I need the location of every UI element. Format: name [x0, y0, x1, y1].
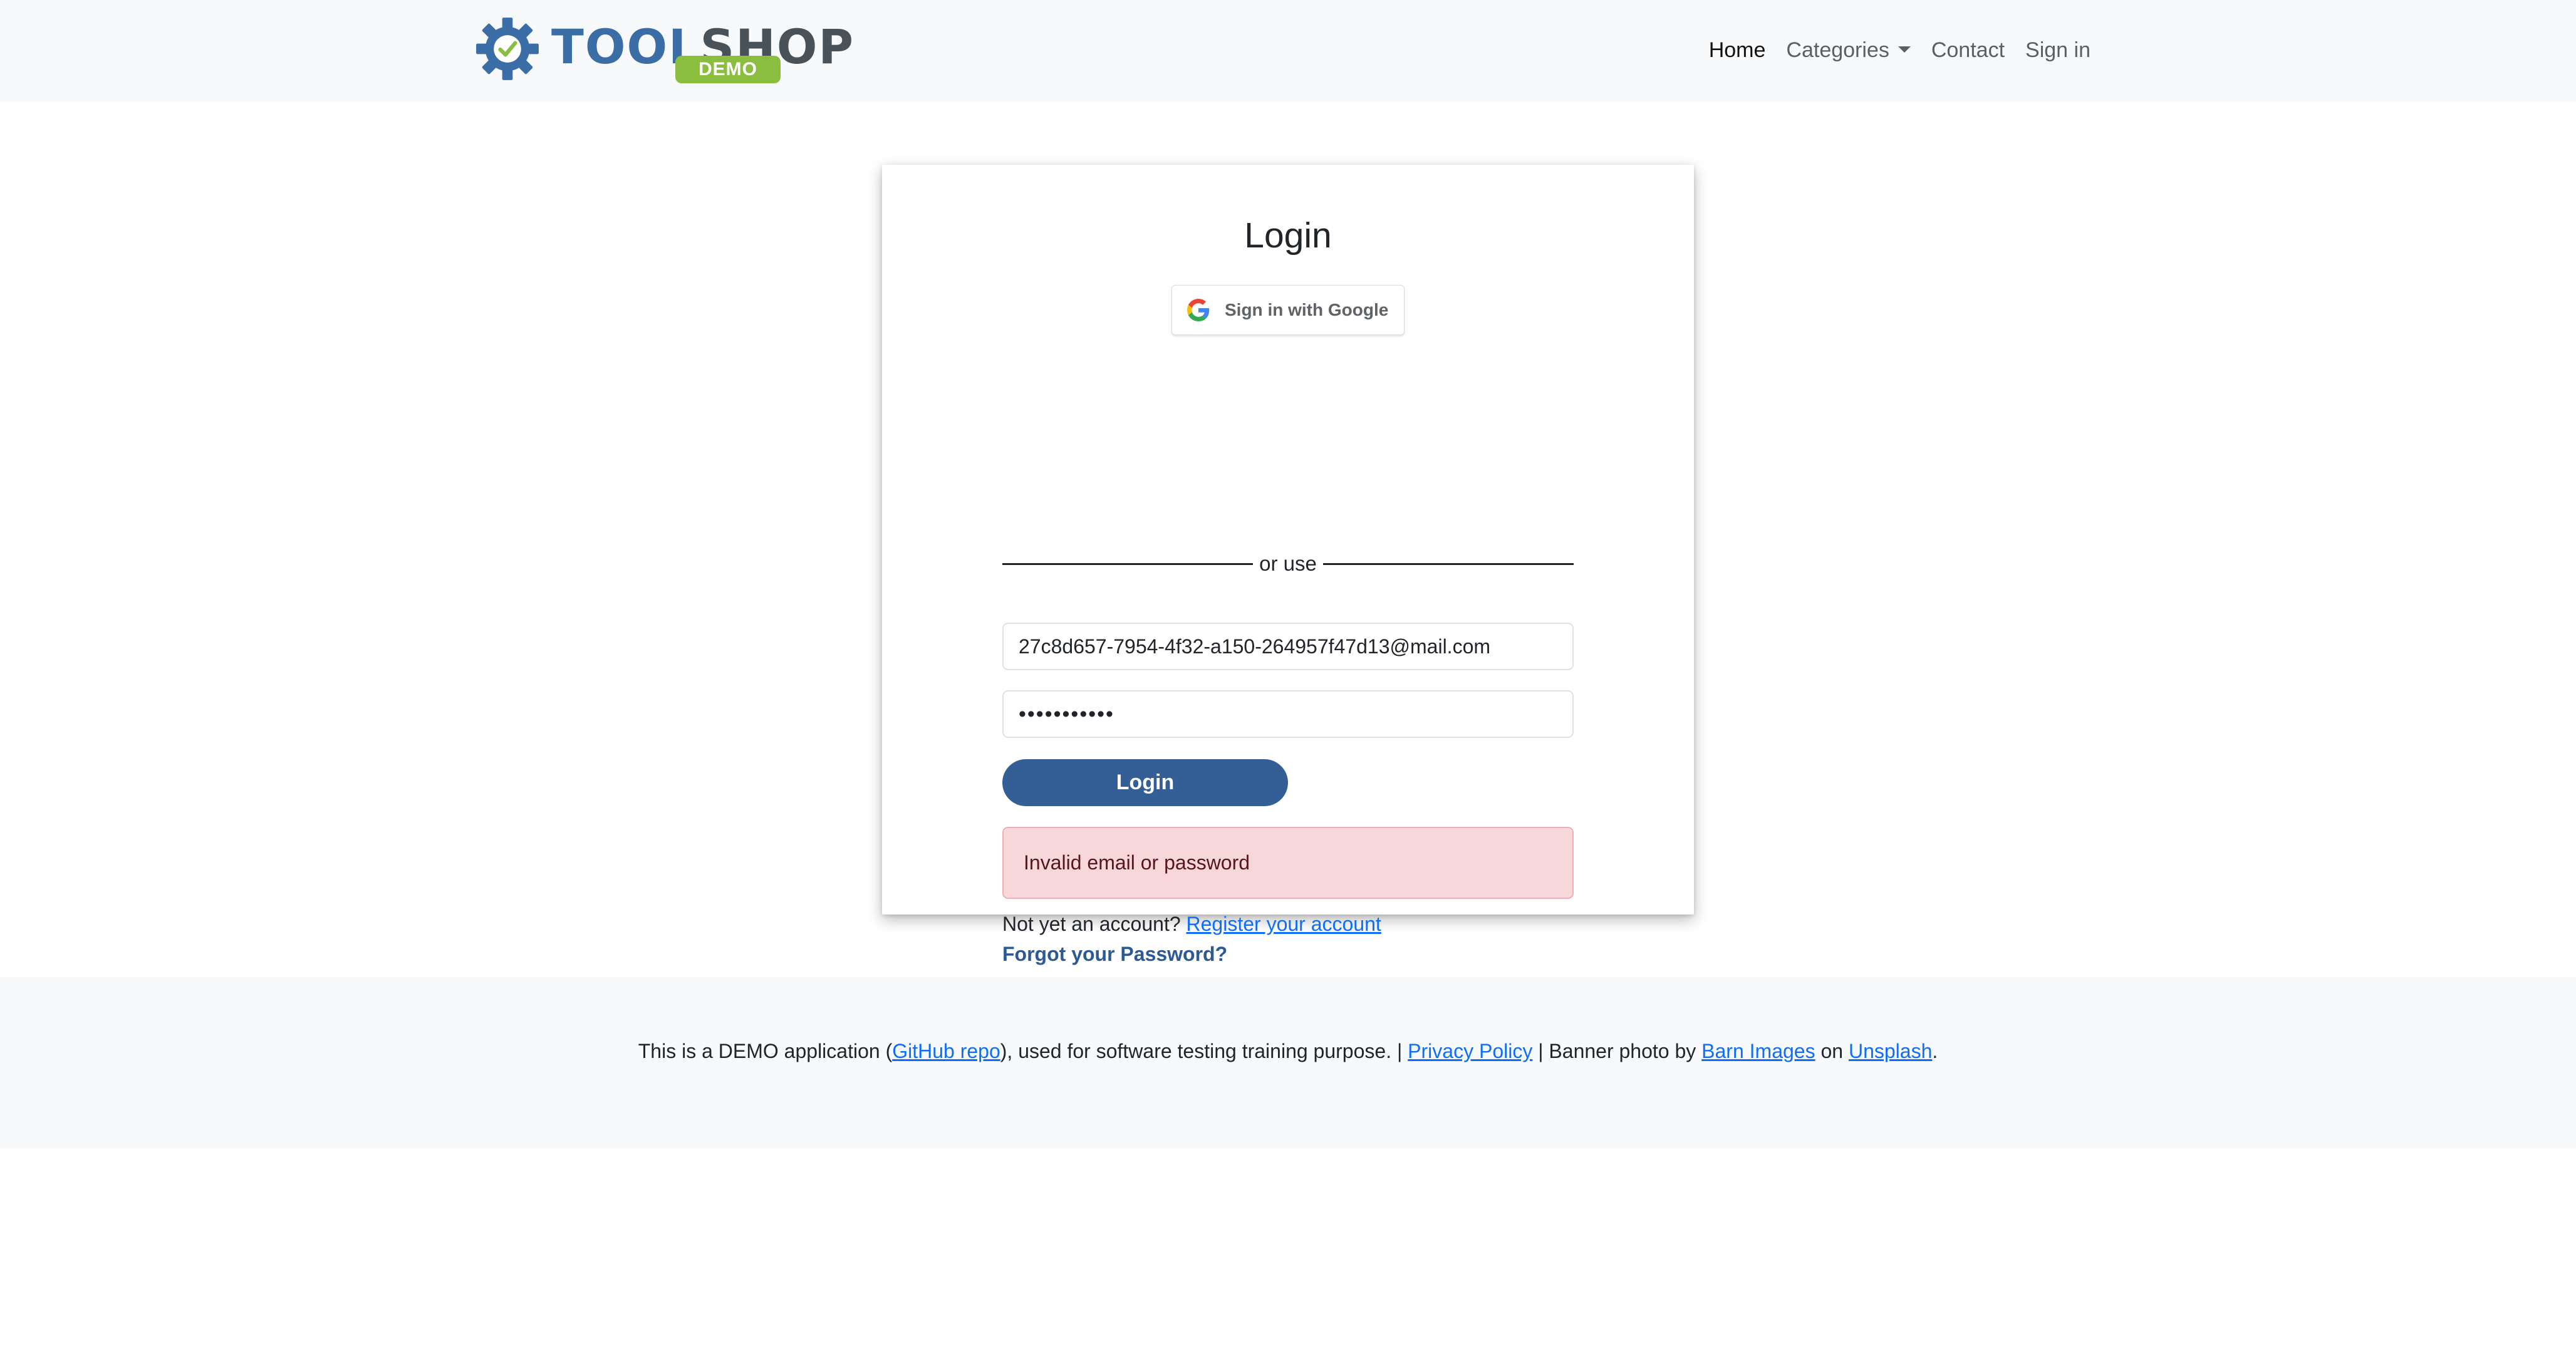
nav-home[interactable]: Home [1709, 33, 1766, 68]
login-title: Login [1244, 215, 1332, 256]
barn-images-link[interactable]: Barn Images [1701, 1040, 1815, 1062]
login-error-alert: Invalid email or password [1002, 827, 1574, 899]
google-sign-in-button[interactable]: Sign in with Google [1171, 285, 1405, 335]
divider-text: or use [1259, 552, 1317, 575]
register-prompt: Not yet an account? Register your accoun… [1002, 910, 1381, 938]
footer-text-5: . [1932, 1040, 1938, 1062]
gear-check-logo-icon [476, 18, 539, 80]
chevron-down-icon [1898, 46, 1911, 53]
footer-text-1: This is a DEMO application ( [638, 1040, 893, 1062]
footer: This is a DEMO application (GitHub repo)… [0, 977, 2576, 1148]
unsplash-link[interactable]: Unsplash [1849, 1040, 1932, 1062]
login-button[interactable]: Login [1002, 759, 1288, 806]
forgot-password-link[interactable]: Forgot your Password? [1002, 940, 1227, 968]
nav-categories-label: Categories [1786, 38, 1889, 62]
nav-categories[interactable]: Categories [1786, 33, 1911, 68]
login-card: Login Sign in with Google or use 27c8d65… [882, 165, 1694, 965]
nav-contact[interactable]: Contact [1931, 33, 2005, 68]
footer-text-4: on [1815, 1040, 1849, 1062]
footer-text-3: | Banner photo by [1532, 1040, 1702, 1062]
footer-text-2: ), used for software testing training pu… [1000, 1040, 1408, 1062]
password-field[interactable]: ••••••••••• [1002, 690, 1574, 738]
toolshop-logo[interactable]: TOOLSHOP DEMO [475, 16, 853, 85]
or-use-divider: or use [1002, 548, 1574, 579]
github-repo-link[interactable]: GitHub repo [892, 1040, 1000, 1062]
google-button-label: Sign in with Google [1225, 300, 1389, 319]
main-nav: Home Categories Contact Sign in [1709, 33, 2090, 68]
divider-line-right [1322, 562, 1574, 565]
top-navbar: TOOLSHOP DEMO Home Categories Contact Si… [0, 0, 2576, 102]
divider-line-left [1002, 562, 1254, 565]
footer-text: This is a DEMO application (GitHub repo)… [0, 1037, 2576, 1065]
google-g-icon [1187, 299, 1210, 321]
nav-sign-in[interactable]: Sign in [2025, 33, 2090, 68]
demo-badge: DEMO [675, 56, 781, 83]
register-prompt-text: Not yet an account? [1002, 913, 1181, 935]
privacy-policy-link[interactable]: Privacy Policy [1408, 1040, 1532, 1062]
register-link[interactable]: Register your account [1187, 913, 1381, 935]
email-field[interactable]: 27c8d657-7954-4f32-a150-264957f47d13@mai… [1002, 623, 1574, 670]
